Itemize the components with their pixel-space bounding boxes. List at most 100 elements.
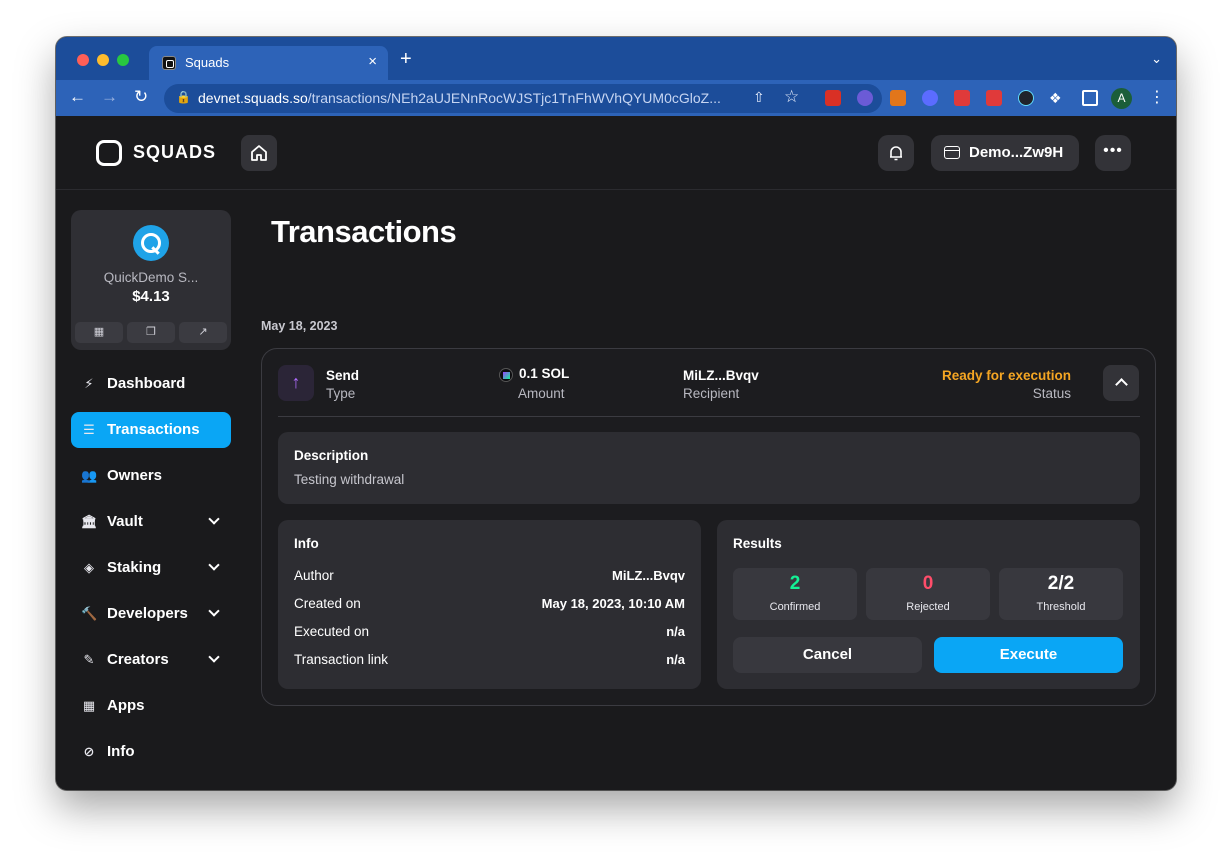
threshold-label: Threshold [1036,601,1086,613]
info-value-executed: n/a [666,624,685,639]
sidebar-item-vault[interactable]: 🏛 Vault [71,504,231,540]
ghost-ext-icon[interactable] [857,90,873,106]
bank-icon: 🏛 [81,514,98,529]
result-threshold: 2/2 Threshold [999,568,1123,620]
sidebar-item-label: Info [107,743,135,760]
forward-arrow-icon[interactable]: → [101,88,118,106]
info-key-executed: Executed on [294,624,370,639]
fox-ext-icon[interactable] [890,90,906,106]
rejected-count: 0 [922,573,934,594]
description-text: Testing withdrawal [294,472,405,487]
lock-red-ext-icon-2[interactable] [986,90,1002,106]
reload-icon[interactable]: ↻ [134,88,148,106]
sidebar-item-dashboard[interactable]: ⚡ Dashboard [71,366,231,402]
sidebar-item-info[interactable]: ⊘ Info [71,734,231,770]
close-window-button[interactable] [77,54,89,66]
sidebar-item-label: Dashboard [107,375,186,392]
arrow-up-icon: ↑ [278,365,314,401]
external-link-icon: ↗ [198,326,208,338]
extensions-puzzle-icon[interactable]: ❖ [1049,90,1065,106]
browser-menu-icon[interactable]: ⋮ [1149,87,1165,107]
page-title: Transactions [271,214,457,249]
wallet-button[interactable]: Demo...Zw9H [931,135,1079,171]
profile-avatar[interactable]: A [1111,88,1132,109]
sidebar-item-transactions[interactable]: ☰ Transactions [71,412,231,448]
app-header: SQUADS Demo...Zw9H ••• [56,116,1176,190]
tab-search-chevron-icon[interactable]: ⌄ [1151,51,1162,67]
chevron-down-icon[interactable] [208,513,220,525]
url-text[interactable]: devnet.squads.so/transactions/NEh2aUJENn… [198,90,721,106]
react-ext-icon[interactable] [1018,90,1034,106]
new-tab-button[interactable]: + [400,49,412,69]
sidebar-item-owners[interactable]: 👥 Owners [71,458,231,494]
chevron-down-icon[interactable] [208,559,220,571]
wallet-icon [944,146,960,159]
minimize-window-button[interactable] [97,54,109,66]
transaction-card: ↑ Send Type 0.1 SOL Amount MiLZ...Bvqv R… [261,348,1156,706]
status-badge: Ready for execution [941,368,1071,383]
snowflake-ext-icon[interactable] [922,90,938,106]
back-arrow-icon[interactable]: ← [69,88,86,106]
side-panel-icon[interactable] [1082,90,1098,106]
sidebar-item-apps[interactable]: ▦ Apps [71,688,231,724]
url-path: /transactions/NEh2aUJENnRocWJSTjc1TnFhWV… [307,90,721,106]
tx-amount-value: 0.1 SOL [519,366,570,381]
info-key-author: Author [294,568,334,583]
tab-close-icon[interactable]: × [368,53,377,70]
info-key-link: Transaction link [294,652,389,667]
divider [278,416,1140,417]
info-value-created: May 18, 2023, 10:10 AM [541,596,685,611]
sidebar-item-label: Vault [107,513,143,530]
squad-balance: $4.13 [132,288,170,305]
lock-icon[interactable]: 🔒 [176,90,191,104]
info-value-author[interactable]: MiLZ...Bvqv [612,568,685,583]
result-confirmed: 2 Confirmed [733,568,857,620]
tab-strip: Squads × + ⌄ [56,37,1176,80]
sidebar-item-developers[interactable]: 🔨 Developers [71,596,231,632]
more-options-button[interactable]: ••• [1095,135,1131,171]
threshold-value: 2/2 [1047,573,1075,594]
status-label: Status [1032,386,1071,401]
lock-red-ext-icon[interactable] [954,90,970,106]
results-title: Results [733,536,782,551]
browser-tab[interactable]: Squads × [149,46,388,80]
home-icon [251,145,267,161]
sidebar-item-creators[interactable]: ✎ Creators [71,642,231,678]
confirmed-count: 2 [789,573,801,594]
tab-title: Squads [185,55,230,70]
sidebar-item-label: Creators [107,651,169,668]
home-button[interactable] [241,135,277,171]
maximize-window-button[interactable] [117,54,129,66]
transaction-date: May 18, 2023 [261,319,338,333]
red-ext-icon[interactable] [825,90,841,106]
tx-recipient-label: Recipient [683,386,740,401]
chevron-down-icon[interactable] [208,605,220,617]
execute-button[interactable]: Execute [934,637,1123,673]
qr-code-icon: ▦ [93,326,105,338]
notifications-button[interactable] [878,135,914,171]
collapse-button[interactable] [1103,365,1139,401]
apps-grid-icon: ▦ [82,698,96,713]
rejected-label: Rejected [906,601,950,613]
bookmark-star-icon[interactable]: ☆ [784,87,799,107]
squads-logo-icon[interactable] [96,140,122,166]
info-title: Info [294,536,319,551]
open-external-button[interactable]: ↗ [179,322,227,343]
copy-icon: ❐ [146,326,156,338]
qr-code-button[interactable]: ▦ [75,322,123,343]
layers-icon: ◈ [84,560,94,575]
share-icon[interactable]: ⇧ [753,89,765,106]
transactions-icon: ☰ [83,422,95,437]
copy-address-button[interactable]: ❐ [127,322,175,343]
sidebar-item-label: Staking [107,559,162,576]
tx-type-value: Send [326,368,360,383]
chevron-down-icon[interactable] [208,651,220,663]
address-bar[interactable]: 🔒 devnet.squads.so/transactions/NEh2aUJE… [164,84,882,113]
logo-text[interactable]: SQUADS [133,142,216,163]
bell-icon [890,146,902,161]
description-panel: Description Testing withdrawal [278,432,1140,504]
cancel-button[interactable]: Cancel [733,637,922,673]
browser-window: Squads × + ⌄ ← → ↻ 🔒 devnet.squads.so/tr… [56,37,1176,790]
squad-avatar [133,225,169,261]
sidebar-item-staking[interactable]: ◈ Staking [71,550,231,586]
